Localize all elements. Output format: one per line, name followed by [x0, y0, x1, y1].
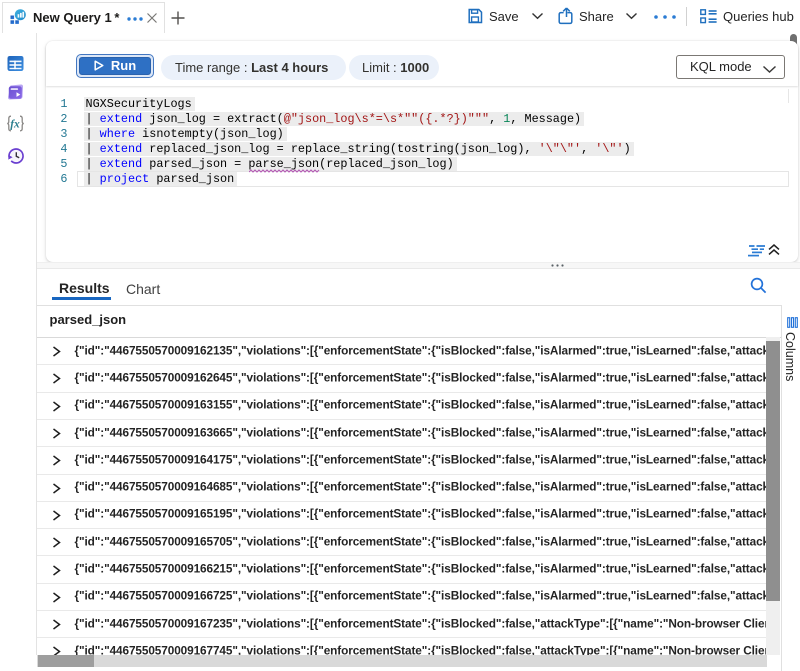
svg-text:fx: fx	[10, 118, 20, 130]
